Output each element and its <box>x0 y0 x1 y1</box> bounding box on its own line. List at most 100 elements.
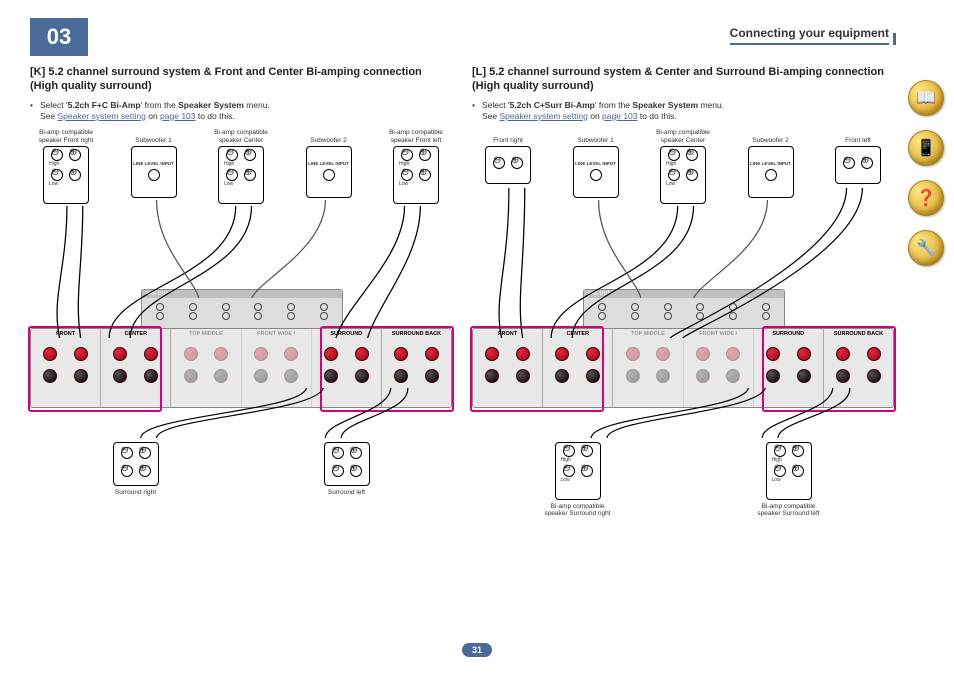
binding-posts-bottom <box>543 369 612 383</box>
text: to do this. <box>196 111 235 121</box>
terminal-label: SURROUND BACK <box>824 331 893 339</box>
speaker-box <box>324 442 370 486</box>
text: Select ' <box>482 100 510 110</box>
speaker-label: Surround left <box>312 489 382 496</box>
rca-jack-icon <box>156 312 164 320</box>
speaker-box <box>113 442 159 486</box>
manual-page: 03 Connecting your equipment [K] 5.2 cha… <box>0 0 954 675</box>
rca-jack <box>148 169 160 181</box>
link-speaker-setting[interactable]: Speaker system setting <box>58 111 146 121</box>
speaker-terminals: FRONTCENTERTOP MIDDLEFRONT WIDE /SURROUN… <box>473 329 893 407</box>
preout-jack-center <box>631 303 639 320</box>
page-header: 03 Connecting your equipment <box>30 18 894 56</box>
binding-posts-bottom <box>312 369 381 383</box>
binding-post-icon <box>696 369 710 383</box>
help-icon[interactable]: ❓ <box>908 180 944 216</box>
preout-jack-f-wide <box>762 303 770 320</box>
rca-jack-icon <box>156 303 164 311</box>
binding-post-icon <box>214 369 228 383</box>
binding-post-icon <box>797 369 811 383</box>
link-page-103[interactable]: page 103 <box>160 111 195 121</box>
rca-jack-icon <box>664 303 672 311</box>
binding-post-icon <box>766 369 780 383</box>
book-icon[interactable]: 📖 <box>908 80 944 116</box>
low-label: Low <box>394 181 438 187</box>
remote-icon[interactable]: 📱 <box>908 130 944 166</box>
speaker-label: Subwoofer 1 <box>560 128 632 144</box>
subwoofer-box: LINE LEVEL INPUT <box>306 146 352 198</box>
binding-post-icon <box>214 347 228 361</box>
terminal-label: TOP MIDDLE <box>613 331 682 339</box>
text: See <box>482 111 500 121</box>
low-label: Low <box>44 181 88 187</box>
terminal-label: CENTER <box>101 331 170 339</box>
option-name: 5.2ch C+Surr Bi-Amp <box>510 100 595 110</box>
speaker-bottom: Surround left <box>312 440 382 496</box>
text: on <box>146 111 160 121</box>
low-label: Low <box>767 477 811 483</box>
binding-post-icon <box>485 347 499 361</box>
preout-jack-surr-back <box>696 303 704 320</box>
speaker-box <box>835 146 881 184</box>
binding-post-icon <box>586 347 600 361</box>
preout-jack-surround <box>664 303 672 320</box>
binding-post-icon <box>113 347 127 361</box>
rca-jack-icon <box>631 303 639 311</box>
link-page-103[interactable]: page 103 <box>602 111 637 121</box>
bottom-speaker-row: HighLowBi-amp compatible speaker Surroun… <box>472 440 894 517</box>
terminal-plus-icon <box>581 445 593 457</box>
terminal-plus-icon <box>792 445 804 457</box>
wrench-icon[interactable]: 🔧 <box>908 230 944 266</box>
line-level-label: LINE LEVEL INPUT <box>575 162 616 167</box>
binding-post-icon <box>43 369 57 383</box>
rca-jack-icon <box>729 312 737 320</box>
rca-jack-icon <box>287 303 295 311</box>
line-level-label: LINE LEVEL INPUT <box>308 162 349 167</box>
speaker-label: Bi-amp compatible speaker Front left <box>380 128 452 144</box>
rca-jack-icon <box>287 312 295 320</box>
binding-post-icon <box>425 347 439 361</box>
link-speaker-setting[interactable]: Speaker system setting <box>500 111 588 121</box>
binding-post-icon <box>184 347 198 361</box>
rca-jack-icon <box>696 303 704 311</box>
terminal-minus-icon <box>563 465 575 477</box>
terminal-plus-icon <box>511 157 523 169</box>
speaker-label: Subwoofer 2 <box>293 128 365 144</box>
terminal-plus-icon <box>244 149 256 161</box>
bottom-speaker-row: Surround rightSurround left <box>30 440 452 496</box>
terminal-group-surround: SURROUND <box>312 329 382 407</box>
biamp-speaker-box: HighLow <box>218 146 264 204</box>
text: Select ' <box>40 100 68 110</box>
terminal-group-top-middle: TOP MIDDLE <box>613 329 683 407</box>
terminal-minus-icon <box>51 169 63 181</box>
menu-name: Speaker System <box>632 100 698 110</box>
text: menu. <box>698 100 724 110</box>
binding-posts-bottom <box>171 369 240 383</box>
terminal-plus-icon <box>581 465 593 477</box>
terminal-plus-icon <box>861 157 873 169</box>
speaker-label: Bi-amp compatible speaker Surround right <box>543 503 613 517</box>
binding-post-icon <box>555 369 569 383</box>
speaker-label: Bi-amp compatible speaker Center <box>647 128 719 144</box>
terminal-label: SURROUND <box>312 331 381 339</box>
speaker: Subwoofer 2 LINE LEVEL INPUT <box>293 128 365 204</box>
binding-posts-bottom <box>613 369 682 383</box>
preout-jacks <box>142 298 342 326</box>
terminal-label: FRONT <box>473 331 542 339</box>
rca-jack-icon <box>598 312 606 320</box>
terminal-group-center: CENTER <box>101 329 171 407</box>
content-columns: [K] 5.2 channel surround system & Front … <box>30 65 894 538</box>
binding-post-icon <box>797 347 811 361</box>
terminal-plus-icon <box>69 169 81 181</box>
text: ' from the <box>595 100 633 110</box>
terminal-group-front: FRONT <box>31 329 101 407</box>
rca-jack-icon <box>729 303 737 311</box>
binding-posts-top <box>473 339 542 369</box>
binding-post-icon <box>726 347 740 361</box>
binding-post-icon <box>184 369 198 383</box>
binding-posts-bottom <box>824 369 893 383</box>
text: ' from the <box>141 100 179 110</box>
top-speaker-row: Bi-amp compatible speaker Front rightHig… <box>30 128 452 204</box>
option-name: 5.2ch F+C Bi-Amp <box>68 100 141 110</box>
preout-jack-t-middle <box>287 303 295 320</box>
